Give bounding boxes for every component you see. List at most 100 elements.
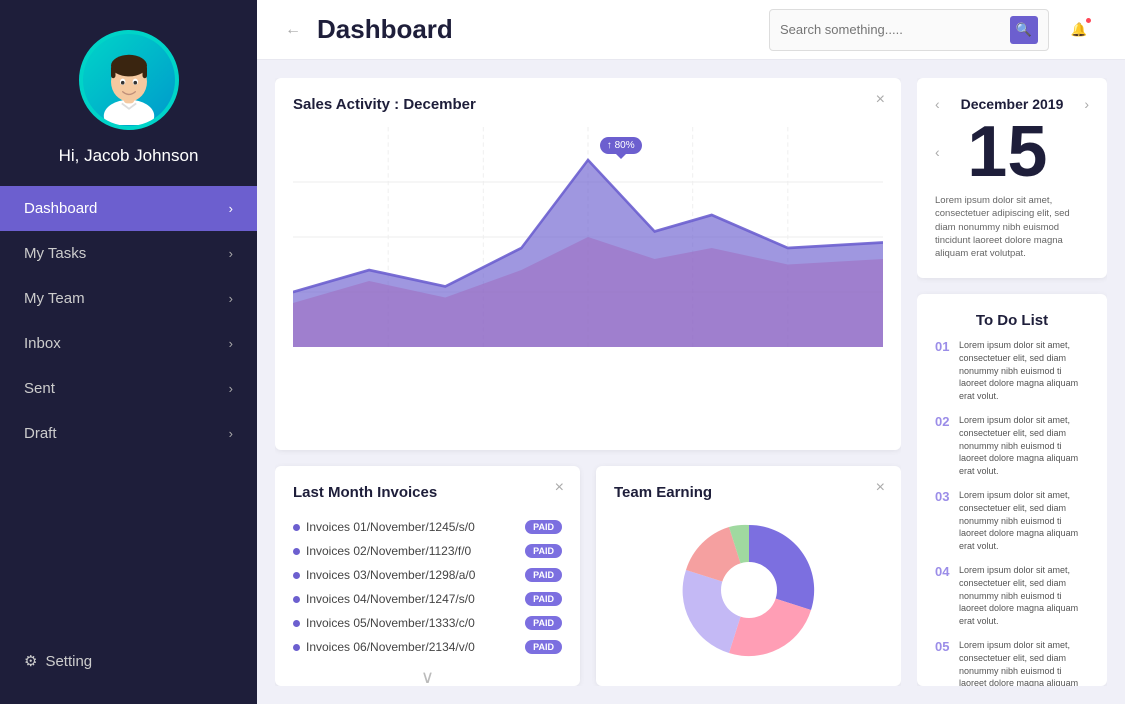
notification-dot: [1084, 16, 1093, 25]
todo-text: Lorem ipsum dolor sit amet, consectetuer…: [959, 639, 1089, 686]
chevron-right-icon: ›: [229, 426, 233, 441]
nav-label-dashboard: Dashboard: [24, 200, 97, 217]
calendar-description: Lorem ipsum dolor sit amet, consectetuer…: [935, 194, 1089, 260]
sidebar-item-inbox[interactable]: Inbox ›: [0, 321, 257, 366]
invoice-bullet: [293, 620, 300, 627]
invoice-item: Invoices 01/November/1245/s/0 PAID: [293, 515, 562, 539]
team-earning-title: Team Earning: [614, 484, 883, 501]
setting-button[interactable]: ⚙ Setting: [0, 638, 257, 684]
cal-day-prev-button[interactable]: ‹: [935, 144, 940, 160]
calendar-day: 15: [967, 116, 1047, 188]
invoices-title: Last Month Invoices: [293, 484, 562, 501]
cal-prev-button[interactable]: ‹: [935, 96, 940, 112]
paid-badge: PAID: [525, 640, 562, 654]
sidebar-item-draft[interactable]: Draft ›: [0, 411, 257, 456]
invoice-bullet: [293, 548, 300, 555]
invoice-item: Invoices 06/November/2134/v/0 PAID: [293, 635, 562, 659]
sidebar-item-sent[interactable]: Sent ›: [0, 366, 257, 411]
invoice-item: Invoices 02/November/1123/f/0 PAID: [293, 539, 562, 563]
cal-next-button[interactable]: ›: [1084, 96, 1089, 112]
sidebar-item-my-tasks[interactable]: My Tasks ›: [0, 231, 257, 276]
invoice-label: Invoices 05/November/1333/c/0: [293, 616, 475, 630]
invoice-text: Invoices 01/November/1245/s/0: [306, 520, 475, 534]
todo-item: 03 Lorem ipsum dolor sit amet, consectet…: [935, 489, 1089, 552]
invoice-list: Invoices 01/November/1245/s/0 PAID Invoi…: [293, 515, 562, 659]
invoice-bullet: [293, 572, 300, 579]
nav-label-sent: Sent: [24, 380, 55, 397]
sidebar: Hi, Jacob Johnson Dashboard › My Tasks ›…: [0, 0, 257, 704]
greeting: Hi, Jacob Johnson: [59, 146, 199, 166]
center-column: Sales Activity : December × ↑ 80%: [275, 78, 901, 686]
team-earning-card: Team Earning ×: [596, 466, 901, 686]
calendar-card: ‹ December 2019 › ‹ 15 Lorem ipsum dolor…: [917, 78, 1107, 278]
avatar: [79, 30, 179, 130]
back-arrow-icon[interactable]: ←: [285, 21, 301, 39]
todo-item: 02 Lorem ipsum dolor sit amet, consectet…: [935, 414, 1089, 477]
invoices-close-button[interactable]: ×: [555, 480, 564, 496]
todo-number: 02: [935, 414, 951, 477]
invoice-text: Invoices 04/November/1247/s/0: [306, 592, 475, 606]
invoice-label: Invoices 06/November/2134/v/0: [293, 640, 475, 654]
invoice-item: Invoices 03/November/1298/a/0 PAID: [293, 563, 562, 587]
todo-text: Lorem ipsum dolor sit amet, consectetuer…: [959, 564, 1089, 627]
bottom-row: Last Month Invoices × Invoices 01/Novemb…: [275, 466, 901, 686]
chevron-right-icon: ›: [229, 201, 233, 216]
chevron-right-icon: ›: [229, 336, 233, 351]
invoice-text: Invoices 02/November/1123/f/0: [306, 544, 471, 558]
notification-button[interactable]: 🔔: [1061, 12, 1097, 48]
sidebar-item-my-team[interactable]: My Team ›: [0, 276, 257, 321]
calendar-header: ‹ December 2019 ›: [935, 96, 1089, 112]
header: ← Dashboard 🔍 🔔: [257, 0, 1125, 60]
chevron-right-icon: ›: [229, 291, 233, 306]
search-input[interactable]: [780, 22, 1010, 37]
calendar-day-nav: ‹ 15: [935, 116, 1089, 188]
page-title: Dashboard: [317, 14, 453, 45]
pie-chart-container: [614, 515, 883, 665]
search-box: 🔍: [769, 9, 1049, 51]
todo-list: 01 Lorem ipsum dolor sit amet, consectet…: [935, 339, 1089, 686]
gear-icon: ⚙: [24, 652, 37, 670]
todo-number: 04: [935, 564, 951, 627]
sales-chart-title: Sales Activity : December: [293, 96, 883, 113]
invoice-label: Invoices 03/November/1298/a/0: [293, 568, 475, 582]
calendar-month-year: December 2019: [961, 96, 1064, 112]
todo-text: Lorem ipsum dolor sit amet, consectetuer…: [959, 414, 1089, 477]
todo-item: 05 Lorem ipsum dolor sit amet, consectet…: [935, 639, 1089, 686]
todo-item: 01 Lorem ipsum dolor sit amet, consectet…: [935, 339, 1089, 402]
paid-badge: PAID: [525, 568, 562, 582]
invoice-label: Invoices 04/November/1247/s/0: [293, 592, 475, 606]
todo-number: 03: [935, 489, 951, 552]
paid-badge: PAID: [525, 520, 562, 534]
invoice-item: Invoices 04/November/1247/s/0 PAID: [293, 587, 562, 611]
down-arrow-icon[interactable]: ∨: [293, 667, 562, 686]
invoice-text: Invoices 06/November/2134/v/0: [306, 640, 475, 654]
header-right: 🔍 🔔: [769, 9, 1097, 51]
nav-list: Dashboard › My Tasks › My Team › Inbox ›…: [0, 186, 257, 456]
invoice-bullet: [293, 524, 300, 531]
chevron-right-icon: ›: [229, 246, 233, 261]
earning-close-button[interactable]: ×: [876, 480, 885, 496]
nav-label-my-tasks: My Tasks: [24, 245, 86, 262]
invoice-label: Invoices 02/November/1123/f/0: [293, 544, 471, 558]
todo-item: 04 Lorem ipsum dolor sit amet, consectet…: [935, 564, 1089, 627]
content-area: Sales Activity : December × ↑ 80%: [257, 60, 1125, 704]
nav-label-my-team: My Team: [24, 290, 85, 307]
right-column: ‹ December 2019 › ‹ 15 Lorem ipsum dolor…: [917, 78, 1107, 686]
todo-text: Lorem ipsum dolor sit amet, consectetuer…: [959, 339, 1089, 402]
todo-text: Lorem ipsum dolor sit amet, consectetuer…: [959, 489, 1089, 552]
invoice-bullet: [293, 596, 300, 603]
sidebar-item-dashboard[interactable]: Dashboard ›: [0, 186, 257, 231]
invoices-card: Last Month Invoices × Invoices 01/Novemb…: [275, 466, 580, 686]
invoice-text: Invoices 05/November/1333/c/0: [306, 616, 475, 630]
search-button[interactable]: 🔍: [1010, 16, 1038, 44]
chart-tooltip: ↑ 80%: [600, 137, 642, 154]
invoice-label: Invoices 01/November/1245/s/0: [293, 520, 475, 534]
todo-number: 05: [935, 639, 951, 686]
paid-badge: PAID: [525, 592, 562, 606]
nav-label-inbox: Inbox: [24, 335, 61, 352]
sales-close-button[interactable]: ×: [876, 92, 885, 108]
todo-title: To Do List: [935, 312, 1089, 329]
sales-chart-area: ↑ 80%: [293, 127, 883, 347]
invoice-text: Invoices 03/November/1298/a/0: [306, 568, 475, 582]
paid-badge: PAID: [525, 544, 562, 558]
